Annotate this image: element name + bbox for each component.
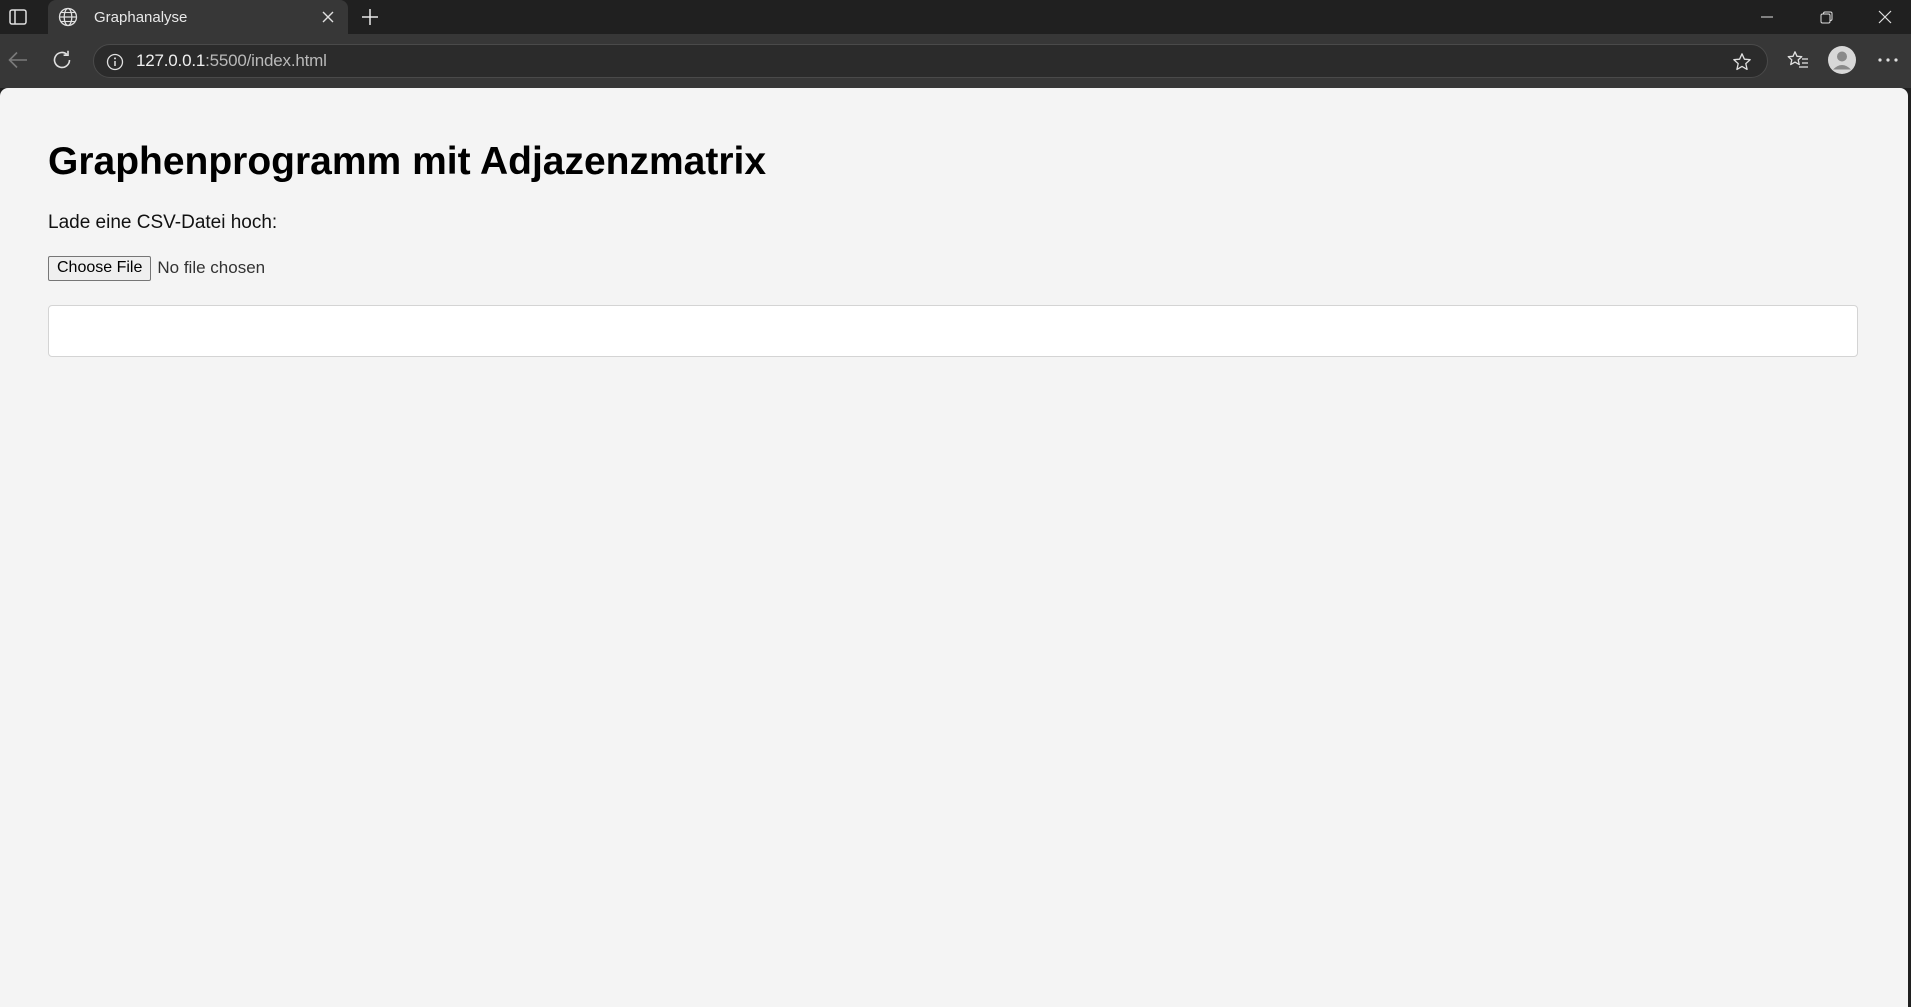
new-tab-button[interactable] xyxy=(352,2,388,32)
profile-button[interactable] xyxy=(1824,42,1860,78)
page-viewport: Graphenprogramm mit Adjazenzmatrix Lade … xyxy=(0,88,1908,1007)
tab-title: Graphanalyse xyxy=(94,8,188,26)
more-icon xyxy=(1878,58,1898,62)
info-icon[interactable] xyxy=(102,49,128,75)
tab-actions-icon[interactable] xyxy=(0,0,36,34)
plus-icon xyxy=(362,9,378,25)
restore-icon xyxy=(1820,11,1832,23)
page-title: Graphenprogramm mit Adjazenzmatrix xyxy=(48,140,767,183)
url-path: :5500/index.html xyxy=(205,51,327,70)
file-input[interactable]: Choose File No file chosen xyxy=(48,255,1858,281)
close-tab-icon[interactable] xyxy=(312,1,344,33)
star-icon[interactable] xyxy=(1727,47,1757,77)
back-arrow-icon xyxy=(8,51,27,69)
favorites-icon xyxy=(1787,51,1808,68)
avatar-icon xyxy=(1828,46,1856,74)
url-host: 127.0.0.1 xyxy=(136,51,206,70)
minimize-button[interactable] xyxy=(1738,0,1796,34)
reload-icon xyxy=(53,50,71,69)
more-button[interactable] xyxy=(1870,42,1906,78)
close-icon xyxy=(1878,10,1892,24)
browser-tab[interactable]: Graphanalyse xyxy=(48,0,348,34)
browser-titlebar: Graphanalyse xyxy=(0,0,1911,34)
close-window-button[interactable] xyxy=(1856,0,1911,34)
url-text[interactable]: 127.0.0.1:5500/index.html xyxy=(136,45,327,77)
restore-button[interactable] xyxy=(1797,0,1855,34)
minimize-icon xyxy=(1761,16,1773,18)
page-content: Graphenprogramm mit Adjazenzmatrix Lade … xyxy=(48,88,1858,357)
address-bar[interactable]: 127.0.0.1:5500/index.html xyxy=(93,44,1768,78)
favorites-button[interactable] xyxy=(1780,42,1816,78)
back-button[interactable] xyxy=(0,42,36,78)
reload-button[interactable] xyxy=(44,42,80,78)
choose-file-button[interactable]: Choose File xyxy=(48,255,152,281)
output-box xyxy=(48,305,1858,357)
browser-toolbar: 127.0.0.1:5500/index.html xyxy=(0,34,1911,88)
globe-icon xyxy=(56,5,80,29)
file-status: No file chosen xyxy=(157,258,266,277)
upload-label: Lade eine CSV-Datei hoch: xyxy=(48,212,278,233)
